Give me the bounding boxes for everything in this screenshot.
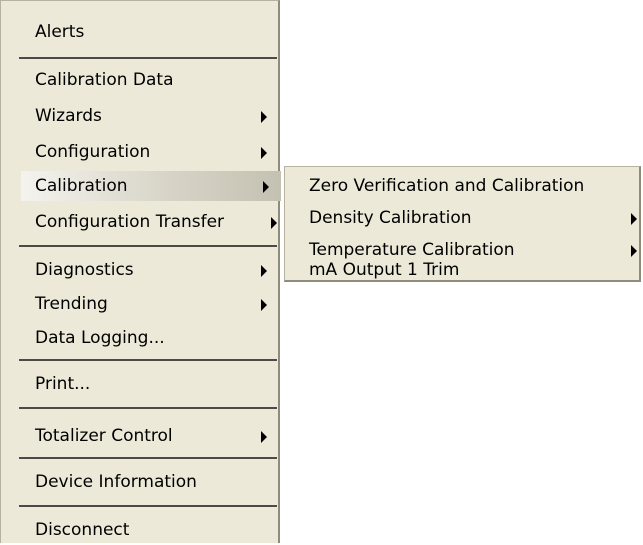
submenu-arrow-icon xyxy=(631,245,637,257)
menu-item-label: Data Logging... xyxy=(35,328,165,348)
menu-item-diagnostics[interactable]: Diagnostics xyxy=(21,255,279,285)
menu-separator xyxy=(19,505,277,507)
menu-item-trending[interactable]: Trending xyxy=(21,289,279,319)
menu-item-label: Wizards xyxy=(35,106,102,126)
submenu-item-label: Density Calibration xyxy=(309,208,472,228)
menu-separator xyxy=(19,359,277,361)
submenu-item-zero-verification[interactable]: Zero Verification and Calibration xyxy=(285,173,639,200)
menu-item-label: Trending xyxy=(35,294,108,314)
menu-separator xyxy=(19,57,277,59)
submenu-arrow-icon xyxy=(261,147,267,159)
submenu-arrow-icon xyxy=(261,299,267,311)
menu-item-label: Disconnect xyxy=(35,520,130,540)
submenu-arrow-icon xyxy=(263,181,269,193)
menu-separator xyxy=(19,245,277,247)
submenu-item-label: Zero Verification and Calibration xyxy=(309,176,585,196)
submenu-arrow-icon xyxy=(271,217,277,229)
menu-item-label: Totalizer Control xyxy=(35,426,173,446)
menu-item-label: Print... xyxy=(35,374,91,394)
menu-item-configuration-transfer[interactable]: Configuration Transfer xyxy=(21,207,279,237)
menu-item-label: Calibration xyxy=(35,176,128,196)
menu-item-device-information[interactable]: Device Information xyxy=(21,467,279,497)
menu-item-totalizer-control[interactable]: Totalizer Control xyxy=(21,421,279,451)
menu-item-label: Alerts xyxy=(35,22,85,42)
menu-item-calibration[interactable]: Calibration xyxy=(21,171,281,201)
menu-item-print[interactable]: Print... xyxy=(21,369,279,399)
submenu-item-ma-output-trim[interactable]: mA Output 1 Trim xyxy=(285,260,639,281)
menu-item-alerts[interactable]: Alerts xyxy=(21,17,279,47)
menu-item-calibration-data[interactable]: Calibration Data xyxy=(21,65,279,95)
calibration-submenu: Zero Verification and Calibration Densit… xyxy=(284,166,641,282)
menu-item-label: Calibration Data xyxy=(35,70,174,90)
menu-item-wizards[interactable]: Wizards xyxy=(21,101,279,131)
menu-item-label: Device Information xyxy=(35,472,197,492)
menu-separator xyxy=(19,457,277,459)
menu-item-disconnect[interactable]: Disconnect xyxy=(21,515,279,545)
submenu-item-label: mA Output 1 Trim xyxy=(309,260,460,280)
main-context-menu: Alerts Calibration Data Wizards Configur… xyxy=(0,0,281,545)
menu-item-configuration[interactable]: Configuration xyxy=(21,137,279,167)
menu-item-label: Configuration Transfer xyxy=(35,212,225,232)
menu-item-label: Configuration xyxy=(35,142,151,162)
submenu-item-density-calibration[interactable]: Density Calibration xyxy=(285,205,639,232)
submenu-arrow-icon xyxy=(261,111,267,123)
menu-item-label: Diagnostics xyxy=(35,260,134,280)
menu-separator xyxy=(19,407,277,409)
submenu-arrow-icon xyxy=(631,213,637,225)
submenu-arrow-icon xyxy=(261,431,267,443)
menu-item-data-logging[interactable]: Data Logging... xyxy=(21,323,279,353)
submenu-arrow-icon xyxy=(261,265,267,277)
